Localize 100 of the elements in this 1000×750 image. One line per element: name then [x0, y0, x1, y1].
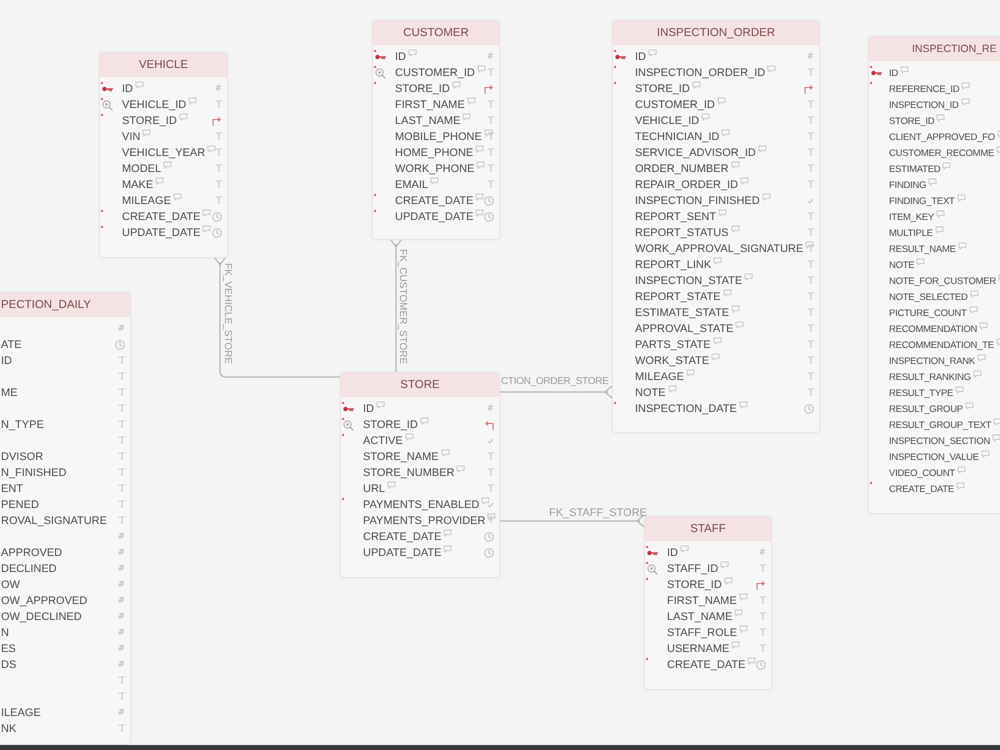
column-name: STORE_ID: [395, 83, 450, 95]
comment-icon: [430, 177, 440, 185]
column-name: PAYMENTS_PROVIDER: [363, 515, 486, 527]
table-title: PECTION_DAILY: [1, 299, 91, 311]
type-icon: T: [216, 164, 222, 174]
type-icon: T: [760, 644, 766, 654]
column-name: URL: [363, 483, 386, 495]
column-name: APPROVAL_STATE: [635, 323, 734, 335]
type-icon: #: [117, 612, 125, 622]
type-icon: T: [118, 724, 125, 734]
column-name: ID: [122, 83, 133, 95]
type-icon: T: [488, 148, 494, 158]
column-name: VEHICLE_ID: [635, 115, 700, 127]
type-icon: T: [488, 484, 494, 494]
column-name: MOBILE_PHONE: [395, 131, 482, 143]
column-name: VEHICLE_ID: [122, 99, 186, 111]
comment-icon: [135, 81, 144, 89]
column-name: NOTE: [889, 260, 914, 270]
column-name: REPORT_SENT: [635, 211, 716, 223]
column-name: WORK_STATE: [635, 355, 710, 367]
column-name: REPORT_STATUS: [635, 227, 729, 239]
table-card[interactable]: STAFF ID # STAFF_ID T STORE_ID FIRST_NAME T LAST_NAME T STAFF_ROLE T USERNAME T CREATE_DATE: [644, 516, 772, 690]
column-name: REPORT_LINK: [635, 259, 712, 271]
comment-icon: [376, 401, 385, 409]
type-icon: #: [117, 596, 125, 606]
type-icon: #: [117, 580, 125, 590]
column-name: UPDATE_DATE: [122, 227, 200, 239]
type-icon: T: [118, 404, 125, 414]
column-name: INSPECTION_ID: [889, 100, 959, 110]
comment-icon: [142, 129, 152, 137]
column-name: APPROVED: [1, 547, 62, 559]
column-name: LAST_NAME: [395, 115, 460, 127]
column-name: RESULT_RANKING: [889, 372, 971, 382]
table-title: INSPECTION_ORDER: [656, 27, 776, 39]
type-icon: T: [808, 244, 814, 254]
column-name: HOME_PHONE: [395, 147, 474, 159]
type-icon: T: [808, 356, 814, 366]
column-name: WORK_PHONE: [395, 163, 474, 175]
type-icon: T: [118, 388, 125, 398]
type-icon: #: [486, 404, 494, 414]
comment-icon: [713, 257, 722, 265]
type-icon: #: [117, 324, 125, 334]
type-icon: T: [118, 692, 125, 702]
column-name: N: [1, 627, 9, 639]
type-icon: T: [488, 452, 494, 462]
column-name: RESULT_NAME: [889, 244, 956, 254]
column-name: FIRST_NAME: [667, 595, 737, 607]
column-name: ME: [1, 387, 18, 399]
comment-icon: [680, 545, 689, 553]
type-icon: T: [118, 372, 125, 382]
column-name: CREATE_DATE: [363, 531, 442, 543]
column-name: STAFF_ROLE: [667, 627, 738, 639]
type-icon: #: [486, 52, 494, 62]
column-name: RECOMMENDATION: [889, 324, 978, 334]
type-icon: #: [806, 52, 814, 62]
type-icon: T: [808, 372, 814, 382]
table-title: STAFF: [690, 523, 726, 535]
column-name: CUSTOMER_ID: [635, 99, 715, 111]
table-card[interactable]: CUSTOMER ID # CUSTOMER_ID T STORE_ID FIRST_NAME T LAST_NAME T MOBILE_PHONE T HOME_PHONE T WORK_PHONE T EMAIL T CREATE_DATE UPDATE_DATE: [372, 20, 500, 240]
type-icon: T: [118, 356, 125, 366]
type-icon: T: [488, 516, 494, 526]
table-card[interactable]: VEHICLE ID # VEHICLE_ID T STORE_ID VIN T VEHICLE_YEAR T MODEL T MAKE T MILEAGE T CREATE_DATE UPDATE_DATE: [99, 52, 228, 258]
type-icon: T: [808, 324, 814, 334]
type-icon: #: [117, 532, 125, 542]
table-card[interactable]: [612, 20, 820, 433]
type-icon: T: [808, 228, 814, 238]
type-icon: #: [117, 660, 125, 670]
table-card[interactable]: PECTION_DAILY # ATE ID T T ME T T N_TYPE T T DVISOR T N_FINISHED T ENT T PENED T ROVAL_SIGNATURE T # APPROVED # DECLINED # OW # OW_APPROVED # OW_DECLINED # N # ES # DS # T T ILEAGE # NK T: [0, 292, 131, 745]
type-icon: T: [808, 132, 814, 142]
table-title: VEHICLE: [138, 59, 188, 71]
column-name: PAYMENTS_ENABLED: [363, 499, 480, 511]
type-icon: T: [118, 500, 125, 510]
column-name: CLIENT_APPROVED_FO: [889, 132, 995, 142]
table-card[interactable]: STORE ID # STORE_ID ACTIVE STORE_NAME T STORE_NUMBER T URL T PAYMENTS_ENABLED PAYMENTS_PROVIDER T CREATE_DATE UPDATE_DATE: [340, 372, 500, 578]
column-name: NK: [1, 723, 16, 735]
type-icon: #: [117, 708, 125, 718]
type-icon: #: [117, 564, 125, 574]
comment-icon: [805, 241, 814, 249]
column-name: OW_APPROVED: [1, 595, 88, 607]
column-name: RESULT_GROUP_TEXT: [889, 420, 992, 430]
column-name: VIDEO_COUNT: [889, 468, 955, 478]
column-name: INSPECTION_ORDER_ID: [635, 67, 766, 79]
column-name: STAFF_ID: [667, 563, 718, 575]
type-icon: T: [488, 164, 494, 174]
column-name: RESULT_GROUP: [889, 404, 963, 414]
comment-icon: [476, 65, 486, 73]
column-name: RESULT_TYPE: [889, 388, 954, 398]
column-name: WORK_APPROVAL_SIGNATURE: [635, 243, 804, 255]
column-name: INSPECTION_RANK: [889, 356, 975, 366]
type-icon: T: [488, 68, 494, 78]
column-name: INSPECTION_SECTION: [889, 436, 990, 446]
column-name: ID: [889, 68, 898, 78]
column-name: STORE_ID: [889, 116, 934, 126]
table-title: STORE: [400, 379, 440, 391]
comment-icon: [936, 114, 946, 122]
column-name: DECLINED: [1, 563, 57, 575]
column-name: STORE_ID: [363, 419, 418, 431]
column-name: FIRST_NAME: [395, 99, 465, 111]
column-name: ID: [635, 51, 646, 63]
column-name: USERNAME: [667, 643, 730, 655]
